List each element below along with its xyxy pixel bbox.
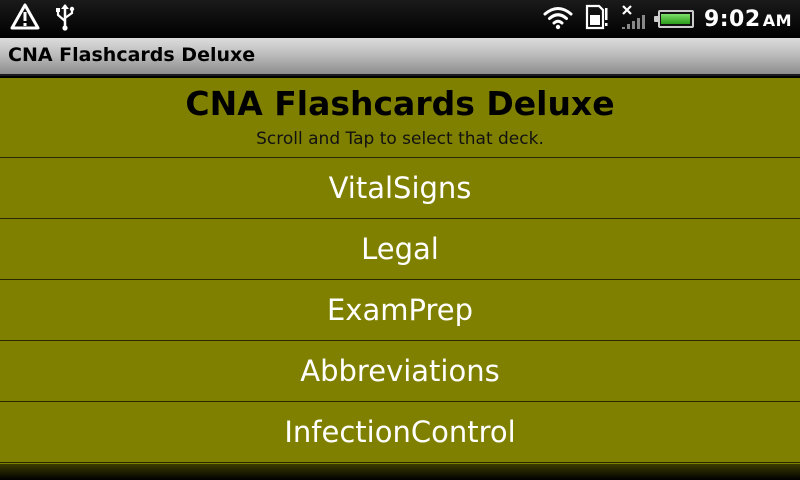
status-time-suffix: AM	[762, 10, 792, 30]
status-clock: 9:02 AM	[704, 7, 792, 32]
sd-card-icon	[584, 4, 610, 34]
warning-icon[interactable]	[10, 3, 40, 35]
deck-item-examprep[interactable]: ExamPrep	[0, 280, 800, 341]
deck-item-abbreviations[interactable]: Abbreviations	[0, 341, 800, 402]
app-title-bar: CNA Flashcards Deluxe	[0, 38, 800, 76]
battery-icon	[653, 10, 694, 28]
instruction-text: Scroll and Tap to select that deck.	[256, 129, 544, 149]
app-title: CNA Flashcards Deluxe	[8, 44, 256, 66]
deck-item-vitalsigns[interactable]: VitalSigns	[0, 158, 800, 219]
deck-item-infectioncontrol[interactable]: InfectionControl	[0, 402, 800, 463]
status-bar-left	[10, 3, 76, 35]
deck-screen: CNA Flashcards Deluxe Scroll and Tap to …	[0, 78, 800, 464]
status-bar: 9:02 AM	[0, 0, 800, 38]
no-signal-icon	[620, 3, 648, 35]
status-bar-right: 9:02 AM	[542, 4, 792, 34]
list-header: CNA Flashcards Deluxe Scroll and Tap to …	[0, 78, 800, 158]
status-time: 9:02	[703, 6, 761, 32]
battery-level	[660, 14, 690, 24]
usb-icon[interactable]	[54, 3, 76, 35]
deck-list[interactable]: VitalSigns Legal ExamPrep Abbreviations …	[0, 158, 800, 463]
deck-item-legal[interactable]: Legal	[0, 219, 800, 280]
list-bottom-edge	[0, 464, 800, 480]
wifi-icon	[542, 4, 574, 34]
page-title: CNA Flashcards Deluxe	[185, 84, 615, 123]
